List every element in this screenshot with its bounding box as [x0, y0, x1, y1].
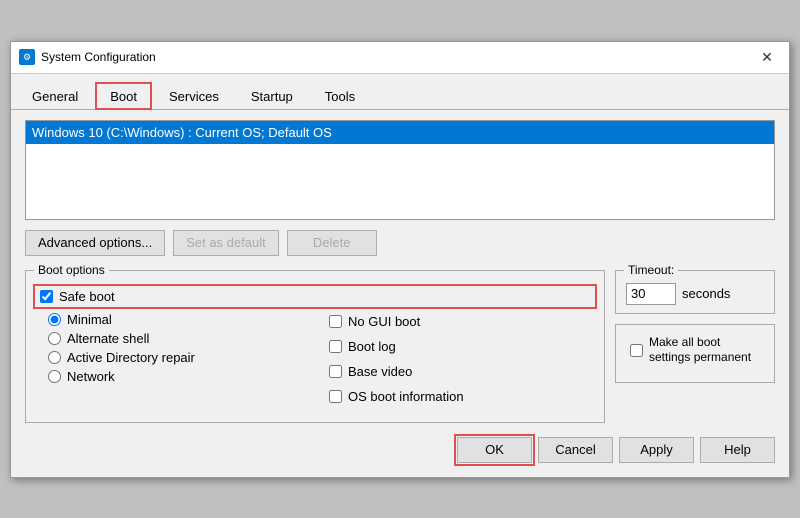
radio-network[interactable]	[48, 370, 61, 383]
safe-boot-label: Safe boot	[59, 289, 115, 304]
window-icon: ⚙	[19, 49, 35, 65]
tab-services[interactable]: Services	[154, 82, 234, 110]
radio-adrepair-row: Active Directory repair	[36, 350, 305, 365]
tab-bar: General Boot Services Startup Tools	[11, 74, 789, 110]
boot-log-checkbox[interactable]	[329, 340, 342, 353]
tab-content: Windows 10 (C:\Windows) : Current OS; De…	[11, 110, 789, 477]
tab-boot[interactable]: Boot	[95, 82, 152, 110]
base-video-checkbox[interactable]	[329, 365, 342, 378]
delete-button[interactable]: Delete	[287, 230, 377, 256]
make-permanent-checkbox[interactable]	[630, 344, 643, 357]
main-options-area: Boot options Safe boot	[25, 270, 775, 423]
base-video-row: Base video	[325, 362, 594, 381]
boot-options-label: Boot options	[34, 263, 109, 277]
make-permanent-box: Make all boot settings permanent	[615, 324, 775, 383]
left-panel: Boot options Safe boot	[25, 270, 605, 423]
tab-startup[interactable]: Startup	[236, 82, 308, 110]
timeout-input[interactable]	[626, 283, 676, 305]
radio-options-col: Minimal Alternate shell Active Directory…	[36, 312, 305, 412]
window-title: System Configuration	[41, 50, 753, 64]
title-bar: ⚙ System Configuration ✕	[11, 42, 789, 74]
radio-adrepair-label: Active Directory repair	[67, 350, 195, 365]
timeout-box: Timeout: seconds	[615, 270, 775, 314]
set-as-default-button[interactable]: Set as default	[173, 230, 279, 256]
radio-network-label: Network	[67, 369, 115, 384]
no-gui-boot-checkbox[interactable]	[329, 315, 342, 328]
radio-ad-repair[interactable]	[48, 351, 61, 364]
advanced-options-button[interactable]: Advanced options...	[25, 230, 165, 256]
ok-button[interactable]: OK	[457, 437, 532, 463]
radio-minimal[interactable]	[48, 313, 61, 326]
safe-boot-row: Safe boot	[36, 287, 594, 306]
os-boot-info-label: OS boot information	[348, 389, 464, 404]
radio-alternate-shell[interactable]	[48, 332, 61, 345]
apply-button[interactable]: Apply	[619, 437, 694, 463]
close-button[interactable]: ✕	[753, 47, 781, 67]
timeout-label: Timeout:	[624, 263, 678, 277]
make-permanent-label: Make all boot settings permanent	[649, 335, 760, 366]
right-panel: Timeout: seconds Make all boot settings …	[615, 270, 775, 423]
help-button[interactable]: Help	[700, 437, 775, 463]
safe-boot-checkbox[interactable]	[40, 290, 53, 303]
radio-alternate-label: Alternate shell	[67, 331, 149, 346]
os-boot-info-row: OS boot information	[325, 387, 594, 406]
tab-tools[interactable]: Tools	[310, 82, 370, 110]
radio-network-row: Network	[36, 369, 305, 384]
tab-general[interactable]: General	[17, 82, 93, 110]
timeout-unit: seconds	[682, 286, 730, 301]
boot-log-label: Boot log	[348, 339, 396, 354]
no-gui-boot-label: No GUI boot	[348, 314, 420, 329]
timeout-row: seconds	[626, 283, 764, 305]
base-video-label: Base video	[348, 364, 412, 379]
options-columns: Minimal Alternate shell Active Directory…	[36, 312, 594, 412]
system-configuration-window: ⚙ System Configuration ✕ General Boot Se…	[10, 41, 790, 478]
bottom-buttons-row: OK Cancel Apply Help	[25, 437, 775, 467]
radio-minimal-row: Minimal	[36, 312, 305, 327]
boot-list[interactable]: Windows 10 (C:\Windows) : Current OS; De…	[25, 120, 775, 220]
cancel-button[interactable]: Cancel	[538, 437, 613, 463]
os-boot-info-checkbox[interactable]	[329, 390, 342, 403]
boot-log-row: Boot log	[325, 337, 594, 356]
radio-minimal-label: Minimal	[67, 312, 112, 327]
action-buttons-row: Advanced options... Set as default Delet…	[25, 230, 775, 256]
radio-alternate-row: Alternate shell	[36, 331, 305, 346]
boot-options-group: Boot options Safe boot	[25, 270, 605, 423]
make-permanent-row: Make all boot settings permanent	[626, 333, 764, 368]
no-gui-boot-row: No GUI boot	[325, 312, 594, 331]
checkbox-options-col: No GUI boot Boot log Base video	[325, 312, 594, 412]
boot-list-item[interactable]: Windows 10 (C:\Windows) : Current OS; De…	[26, 121, 774, 144]
